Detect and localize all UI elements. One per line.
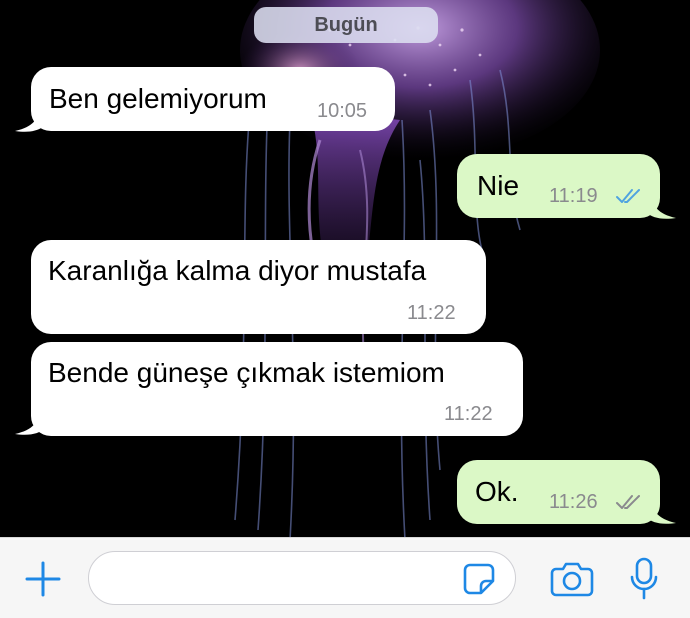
message-input[interactable] xyxy=(88,551,516,605)
attach-button[interactable] xyxy=(22,558,64,600)
message-bubble-outgoing[interactable]: Ok. 11:26 xyxy=(457,460,660,524)
sticker-button[interactable] xyxy=(458,558,500,600)
message-text: Karanlığa kalma diyor mustafa xyxy=(48,255,427,286)
read-ticks-icon xyxy=(616,189,640,203)
message-text: Bende güneşe çıkmak istemiom xyxy=(48,357,445,388)
sticker-icon xyxy=(463,563,495,595)
date-separator: Bugün xyxy=(254,7,438,43)
plus-icon xyxy=(25,561,61,597)
message-time: 11:19 xyxy=(549,185,598,207)
delivered-ticks-icon xyxy=(616,495,640,509)
message-bubble-incoming[interactable]: Karanlığa kalma diyor mustafa 11:22 xyxy=(31,240,486,334)
message-bubble-incoming[interactable]: Bende güneşe çıkmak istemiom 11:22 xyxy=(31,342,523,436)
message-bubble-outgoing[interactable]: Nie 11:19 xyxy=(457,154,660,218)
message-time: 11:22 xyxy=(407,302,456,324)
message-text: Ok. xyxy=(475,476,519,507)
camera-button[interactable] xyxy=(548,558,596,600)
microphone-button[interactable] xyxy=(624,555,664,603)
message-list[interactable]: Bugün Ben gelemiyorum 10:05 Nie 11:19 Ka… xyxy=(0,0,690,540)
message-time: 11:22 xyxy=(444,403,493,425)
camera-icon xyxy=(550,562,594,597)
message-time: 10:05 xyxy=(317,100,368,122)
message-bubble-incoming[interactable]: Ben gelemiyorum 10:05 xyxy=(31,67,395,131)
microphone-icon xyxy=(630,557,658,600)
message-text: Nie xyxy=(477,170,520,201)
message-time: 11:26 xyxy=(549,491,598,513)
message-text: Ben gelemiyorum xyxy=(49,83,267,114)
message-composer xyxy=(0,537,690,618)
chat-screen: Bugün Ben gelemiyorum 10:05 Nie 11:19 Ka… xyxy=(0,0,690,618)
